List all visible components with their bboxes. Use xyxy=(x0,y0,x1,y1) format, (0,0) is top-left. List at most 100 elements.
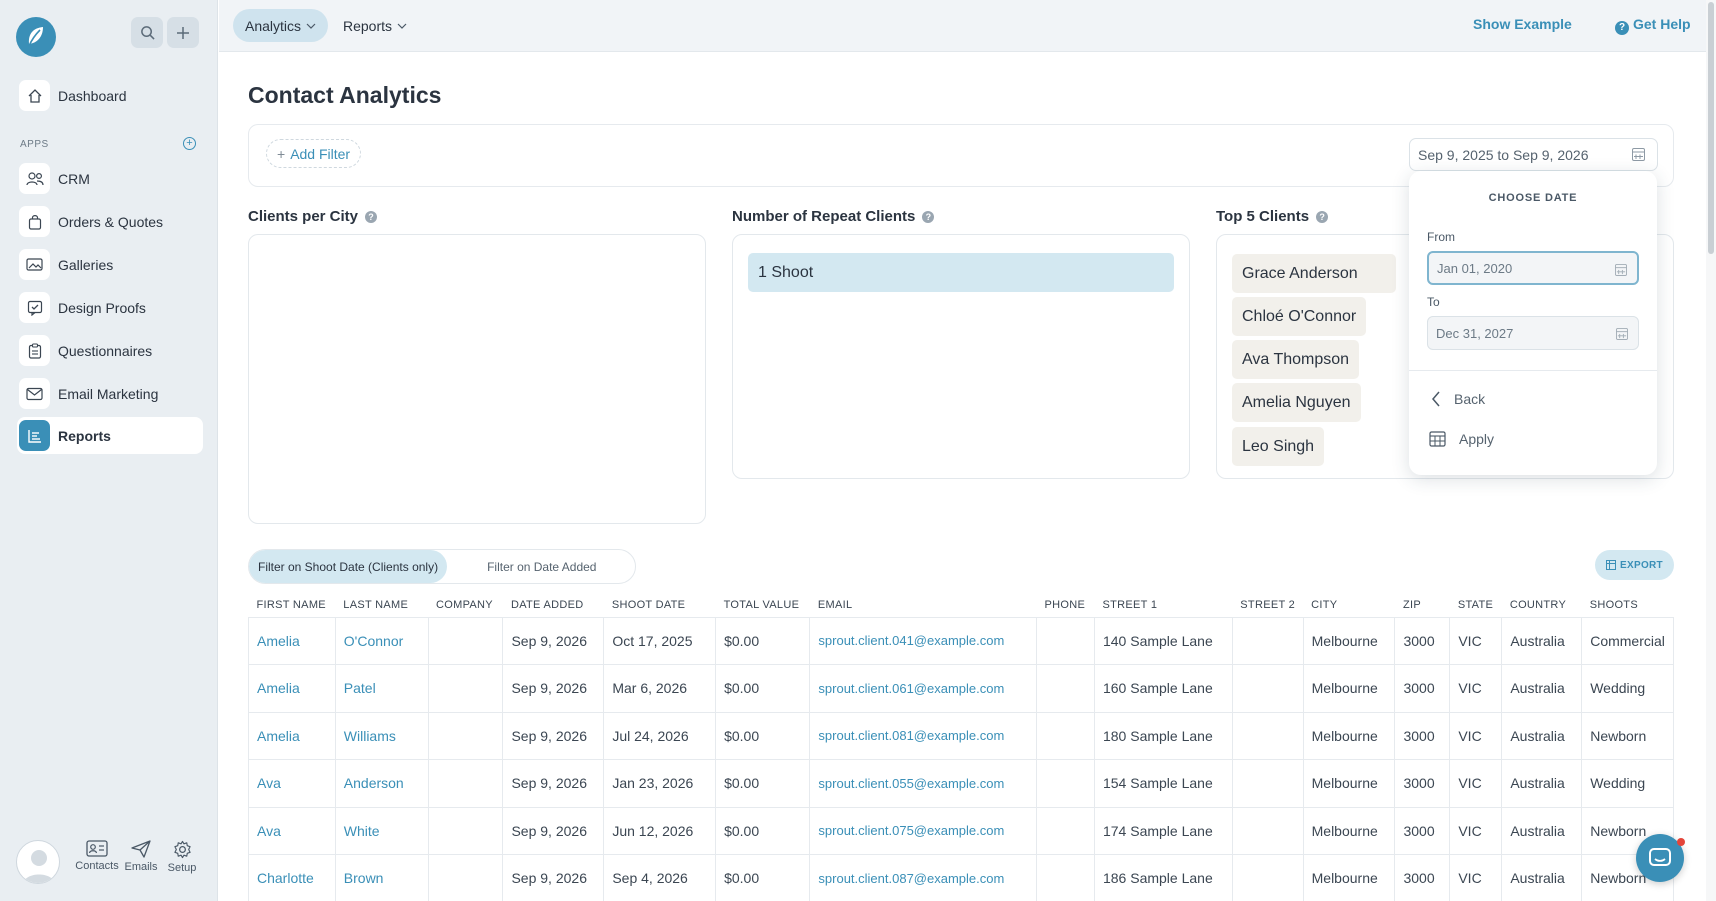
sidebar-item-dashboard[interactable]: Dashboard xyxy=(17,77,203,114)
sprout-logo-icon[interactable] xyxy=(16,17,56,57)
table-cell[interactable]: sprout.client.061@example.com xyxy=(809,664,1038,713)
column-header[interactable]: STATE xyxy=(1450,594,1502,617)
table-cell[interactable]: Amelia xyxy=(248,711,336,760)
table-cell[interactable]: sprout.client.055@example.com xyxy=(809,759,1038,808)
table-row[interactable]: Ava White Sep 9, 2026 Jun 12, 2026 $0.00 spro… xyxy=(248,806,1674,855)
column-header[interactable]: STREET 2 xyxy=(1232,594,1303,617)
table-cell[interactable]: Ava xyxy=(248,759,336,808)
sidebar-item-crm[interactable]: CRM xyxy=(17,160,203,197)
table-cell: $0.00 xyxy=(715,759,811,808)
table-row[interactable]: Amelia Patel Sep 9, 2026 Mar 6, 2026 $0.00 sp… xyxy=(248,664,1674,713)
column-header[interactable]: CITY xyxy=(1303,594,1395,617)
table-cell[interactable]: Williams xyxy=(334,711,429,760)
table-cell[interactable]: Brown xyxy=(334,854,429,901)
column-header[interactable]: ZIP xyxy=(1395,594,1450,617)
date-range-picker[interactable]: Sep 9, 2025 to Sep 9, 2026 xyxy=(1409,138,1658,171)
to-date-input[interactable]: Dec 31, 2027 xyxy=(1427,316,1639,350)
table-cell[interactable]: White xyxy=(334,806,429,855)
sidebar-item-orders-quotes[interactable]: Orders & Quotes xyxy=(17,203,203,240)
table-cell[interactable]: O'Connor xyxy=(334,616,429,665)
sidebar-item-email-marketing[interactable]: Email Marketing xyxy=(17,375,203,412)
table-body: Amelia O'Connor Sep 9, 2026 Oct 17, 2025 $0.… xyxy=(248,616,1674,901)
tab-analytics[interactable]: Analytics xyxy=(233,9,329,42)
table-row[interactable]: Amelia Williams Sep 9, 2026 Jul 24, 2026 $0.… xyxy=(248,711,1674,760)
table-cell[interactable]: sprout.client.075@example.com xyxy=(809,806,1038,855)
setup-label: Setup xyxy=(167,862,197,874)
column-header[interactable]: COUNTRY xyxy=(1502,594,1582,617)
top-client-item[interactable]: Amelia Nguyen xyxy=(1232,383,1361,422)
tab-reports[interactable]: Reports xyxy=(331,9,419,42)
info-icon[interactable]: ? xyxy=(922,210,935,223)
table-cell[interactable]: Ava xyxy=(248,806,336,855)
table-row[interactable]: Amelia O'Connor Sep 9, 2026 Oct 17, 2025 $0.… xyxy=(248,616,1674,665)
column-header[interactable]: PHONE xyxy=(1037,594,1095,617)
get-help-label: Get Help xyxy=(1633,16,1691,32)
table-cell[interactable]: sprout.client.041@example.com xyxy=(809,616,1038,665)
get-help-link[interactable]: ? Get Help xyxy=(1615,16,1691,35)
table-cell: Melbourne xyxy=(1302,759,1396,808)
page-scrollbar[interactable] xyxy=(1706,0,1716,901)
column-header[interactable]: LAST NAME xyxy=(335,594,428,617)
filter-shoot-date-option[interactable]: Filter on Shoot Date (Clients only) xyxy=(249,550,448,583)
export-button[interactable]: EXPORT xyxy=(1595,550,1674,580)
proof-check-icon xyxy=(19,292,50,323)
top-client-item[interactable]: Ava Thompson xyxy=(1232,340,1360,379)
table-cell[interactable]: sprout.client.087@example.com xyxy=(809,854,1038,901)
sidebar-item-design-proofs[interactable]: Design Proofs xyxy=(17,289,203,326)
plus-icon: + xyxy=(277,145,286,162)
choose-date-popup: CHOOSE DATE From Jan 01, 2020 To Dec 31,… xyxy=(1409,171,1657,475)
table-cell[interactable]: sprout.client.081@example.com xyxy=(809,711,1038,760)
calendar-icon xyxy=(1632,148,1645,161)
add-filter-button[interactable]: + Add Filter xyxy=(266,139,362,168)
scrollbar-thumb[interactable] xyxy=(1708,2,1714,254)
sidebar-item-reports[interactable]: Reports xyxy=(17,417,203,454)
column-header[interactable]: STREET 1 xyxy=(1094,594,1232,617)
column-header[interactable]: FIRST NAME xyxy=(249,594,336,617)
gear-icon xyxy=(173,840,191,859)
search-button[interactable] xyxy=(131,17,163,48)
info-icon[interactable]: ? xyxy=(365,210,378,223)
top-client-item[interactable]: Grace Anderson xyxy=(1232,254,1396,293)
add-button[interactable] xyxy=(167,17,199,48)
sidebar-item-questionnaires[interactable]: Questionnaires xyxy=(17,332,203,369)
paper-plane-icon xyxy=(131,840,151,858)
table-cell[interactable]: Charlotte xyxy=(248,854,336,901)
emails-button[interactable]: Emails xyxy=(118,840,164,873)
info-icon[interactable]: ? xyxy=(1316,210,1329,223)
back-button[interactable]: Back xyxy=(1431,391,1485,407)
setup-button[interactable]: Setup xyxy=(159,840,205,874)
repeat-clients-bar[interactable]: 1 Shoot xyxy=(748,253,1174,292)
add-app-icon[interactable]: + xyxy=(183,137,196,150)
table-cell[interactable]: Amelia xyxy=(248,616,336,665)
table-row[interactable]: Ava Anderson Sep 9, 2026 Jan 23, 2026 $0.00 s… xyxy=(248,759,1674,808)
contacts-button[interactable]: Contacts xyxy=(74,840,120,872)
top-client-item[interactable]: Leo Singh xyxy=(1232,427,1325,466)
table-row[interactable]: Charlotte Brown Sep 9, 2026 Sep 4, 2026 $0.0… xyxy=(248,854,1674,901)
avatar[interactable] xyxy=(16,840,60,884)
column-header[interactable]: SHOOTS xyxy=(1582,594,1674,617)
filter-date-added-option[interactable]: Filter on Date Added xyxy=(478,550,605,583)
clipboard-icon xyxy=(19,335,50,366)
sidebar-item-galleries[interactable]: Galleries xyxy=(17,246,203,283)
table-cell xyxy=(1231,854,1304,901)
show-example-link[interactable]: Show Example xyxy=(1473,16,1572,32)
from-date-input[interactable]: Jan 01, 2020 xyxy=(1427,251,1639,285)
table-cell: Sep 9, 2026 xyxy=(502,616,605,665)
top-client-item[interactable]: Chloé O'Connor xyxy=(1232,297,1367,336)
table-cell: Mar 6, 2026 xyxy=(603,664,717,713)
column-header[interactable]: EMAIL xyxy=(810,594,1037,617)
table-cell: 3000 xyxy=(1394,664,1451,713)
table-cell: Sep 4, 2026 xyxy=(603,854,717,901)
apply-button[interactable]: Apply xyxy=(1429,430,1494,447)
table-cell[interactable]: Patel xyxy=(334,664,429,713)
calendar-icon xyxy=(1615,263,1627,276)
column-header[interactable]: SHOOT DATE xyxy=(604,594,716,617)
column-header[interactable]: TOTAL VALUE xyxy=(716,594,810,617)
sidebar-item-label: CRM xyxy=(58,170,90,187)
column-header[interactable]: COMPANY xyxy=(428,594,503,617)
popup-title: CHOOSE DATE xyxy=(1488,192,1578,204)
table-cell: Melbourne xyxy=(1302,616,1396,665)
table-cell[interactable]: Amelia xyxy=(248,664,336,713)
column-header[interactable]: DATE ADDED xyxy=(503,594,604,617)
table-cell[interactable]: Anderson xyxy=(334,759,429,808)
